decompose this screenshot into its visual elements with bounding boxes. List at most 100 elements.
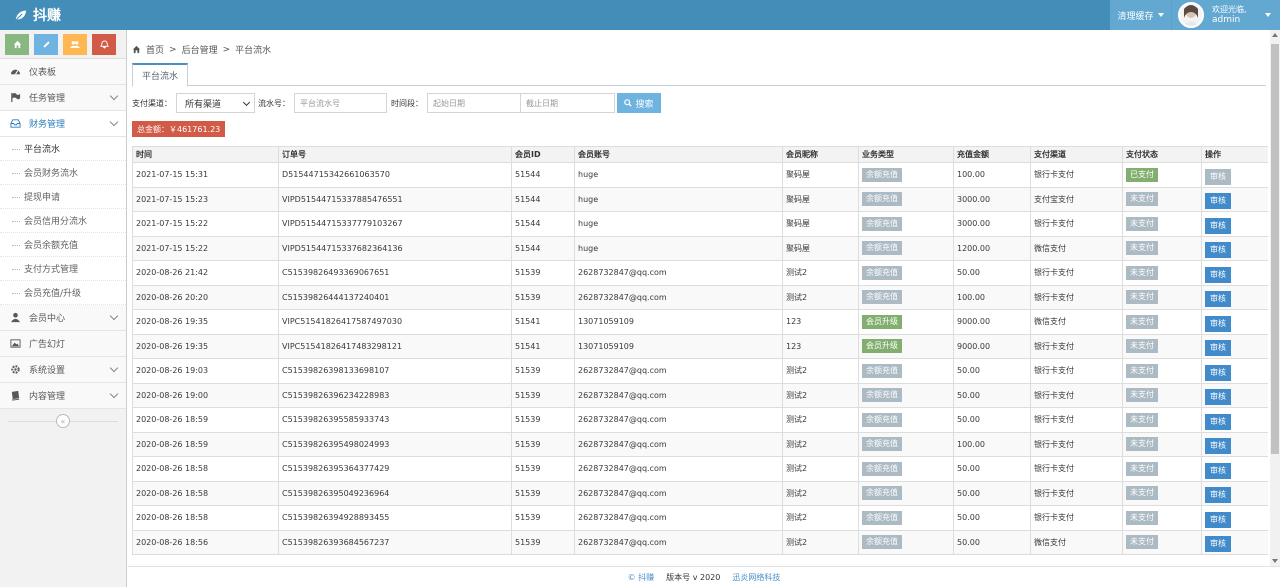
scroll-down-icon[interactable]	[1272, 559, 1278, 563]
sidebar-item-settings[interactable]: 系统设置	[0, 357, 126, 383]
cell-member-nickname: 聚码屋	[782, 186, 859, 212]
cell-order-no: C51539826395585933743	[278, 407, 512, 433]
serial-input[interactable]	[294, 93, 387, 113]
review-button[interactable]: 审核	[1205, 511, 1231, 528]
sidebar-subitem-platform-flow[interactable]: 平台流水	[0, 137, 126, 161]
review-button[interactable]: 审核	[1205, 193, 1231, 210]
review-button[interactable]: 审核	[1205, 291, 1231, 308]
search-icon	[624, 99, 633, 107]
home-shortcut-button[interactable]	[5, 34, 29, 55]
pay-status-badge: 未支付	[1126, 437, 1158, 452]
table-row: 2021-07-15 15:22 VIPD51544715337779103267…	[132, 211, 1268, 237]
review-button[interactable]: 审核	[1205, 266, 1231, 283]
sidebar-subitem-balance-recharge[interactable]: 会员余额充值	[0, 233, 126, 257]
cell-pay-channel: 银行卡支付	[1030, 456, 1123, 482]
sidebar-item-content[interactable]: 内容管理	[0, 383, 126, 409]
review-button[interactable]: 审核	[1205, 217, 1231, 234]
business-type-badge: 余额充值	[862, 535, 902, 550]
users-shortcut-button[interactable]	[63, 34, 87, 55]
review-button[interactable]: 审核	[1205, 168, 1231, 185]
column-header-order-no: 订单号	[278, 146, 512, 163]
review-button[interactable]: 审核	[1205, 413, 1231, 430]
review-button[interactable]: 审核	[1205, 438, 1231, 455]
sidebar-item-dashboard[interactable]: 仪表板	[0, 59, 126, 85]
user-menu[interactable]: 欢迎光临, admin	[1171, 0, 1280, 30]
scrollbar-thumb[interactable]	[1271, 44, 1279, 454]
cell-pay-status: 未支付	[1122, 382, 1202, 408]
sidebar-subitem-credit-flow[interactable]: 会员信用分流水	[0, 209, 126, 233]
clear-cache-button[interactable]: 清理缓存	[1110, 0, 1171, 30]
review-button[interactable]: 审核	[1205, 242, 1231, 259]
footer-company[interactable]: 迅炎网络科技	[732, 572, 780, 583]
channel-select[interactable]: 所有渠道	[176, 93, 255, 113]
business-type-badge: 余额充值	[862, 290, 902, 305]
cell-business-type: 余额充值	[858, 284, 954, 310]
cell-amount: 50.00	[953, 480, 1031, 506]
cell-order-no: C51539826398133698107	[278, 358, 512, 384]
pay-status-badge: 未支付	[1126, 192, 1158, 207]
column-header-member-id: 会员ID	[511, 146, 575, 163]
cell-time: 2021-07-15 15:31	[132, 162, 279, 188]
channel-select-value: 所有渠道	[185, 99, 222, 110]
cell-time: 2021-07-15 15:23	[132, 186, 279, 212]
end-date-input[interactable]	[521, 93, 615, 113]
sidebar-subitem-withdraw-requests[interactable]: 提现申请	[0, 185, 126, 209]
review-button[interactable]: 审核	[1205, 364, 1231, 381]
search-button[interactable]: 搜索	[617, 93, 661, 113]
sidebar-item-label: 任务管理	[29, 94, 66, 104]
review-button[interactable]: 审核	[1205, 340, 1231, 357]
picture-icon	[9, 338, 21, 350]
pencil-shortcut-button[interactable]	[34, 34, 58, 55]
sidebar-item-members[interactable]: 会员中心	[0, 305, 126, 331]
review-button[interactable]: 审核	[1205, 536, 1231, 553]
cell-order-no: VIPD51544715337779103267	[278, 211, 512, 237]
sidebar-item-tasks[interactable]: 任务管理	[0, 85, 126, 111]
cell-actions: 审核	[1201, 284, 1268, 310]
cell-business-type: 余额充值	[858, 505, 954, 531]
cell-time: 2020-08-26 20:20	[132, 284, 279, 310]
user-icon	[9, 312, 21, 324]
pay-status-badge: 未支付	[1126, 535, 1158, 550]
start-date-input[interactable]	[427, 93, 521, 113]
breadcrumb-home[interactable]: 首页	[146, 43, 164, 56]
business-type-badge: 会员升级	[862, 339, 902, 354]
top-navbar: 抖赚 清理缓存 欢迎光临, admin	[0, 0, 1280, 30]
cell-member-account: 13071059109	[574, 309, 783, 335]
business-type-badge: 余额充值	[862, 437, 902, 452]
review-button[interactable]: 审核	[1205, 315, 1231, 332]
cell-actions: 审核	[1201, 162, 1268, 188]
cell-amount: 50.00	[953, 407, 1031, 433]
cell-member-id: 51541	[511, 333, 575, 359]
vertical-scrollbar[interactable]	[1270, 30, 1280, 566]
cell-order-no: C51539826395049236964	[278, 480, 512, 506]
cell-member-id: 51544	[511, 162, 575, 188]
review-button[interactable]: 审核	[1205, 487, 1231, 504]
sidebar-subitem-recharge-upgrade[interactable]: 会员充值/升级	[0, 281, 126, 305]
review-button[interactable]: 审核	[1205, 389, 1231, 406]
footer-copyright[interactable]: © 抖赚	[628, 572, 655, 583]
sidebar-item-finance[interactable]: 财务管理	[0, 111, 126, 137]
sidebar-item-ads[interactable]: 广告幻灯	[0, 331, 126, 357]
bell-shortcut-button[interactable]	[92, 34, 116, 55]
cell-order-no: C51539826396234228983	[278, 382, 512, 408]
breadcrumb-admin[interactable]: 后台管理	[182, 43, 218, 56]
brand[interactable]: 抖赚	[14, 5, 61, 25]
cell-actions: 审核	[1201, 260, 1268, 286]
scroll-up-icon[interactable]	[1272, 33, 1278, 37]
cell-time: 2021-07-15 15:22	[132, 235, 279, 261]
dashboard-icon	[9, 66, 21, 78]
table-row: 2020-08-26 18:58 C51539826395049236964 515…	[132, 480, 1268, 506]
cell-time: 2020-08-26 18:59	[132, 407, 279, 433]
sidebar-subitem-member-finance-flow[interactable]: 会员财务流水	[0, 161, 126, 185]
shortcut-buttons	[0, 30, 126, 59]
column-header-amount: 充值金额	[953, 146, 1031, 163]
transactions-table-wrapper: 时间 订单号 会员ID 会员账号 会员昵称 业务类型 充值金额 支付渠道 支付状态 操作 2021…	[132, 146, 1268, 566]
cell-time: 2020-08-26 19:00	[132, 382, 279, 408]
cell-pay-status: 未支付	[1122, 358, 1202, 384]
review-button[interactable]: 审核	[1205, 462, 1231, 479]
cell-order-no: VIPD51544715337682364136	[278, 235, 512, 261]
sidebar-subitem-payment-methods[interactable]: 支付方式管理	[0, 257, 126, 281]
collapse-sidebar-button[interactable]: «	[56, 414, 70, 428]
cell-member-account: huge	[574, 235, 783, 261]
tab-platform-flow[interactable]: 平台流水	[132, 63, 189, 87]
